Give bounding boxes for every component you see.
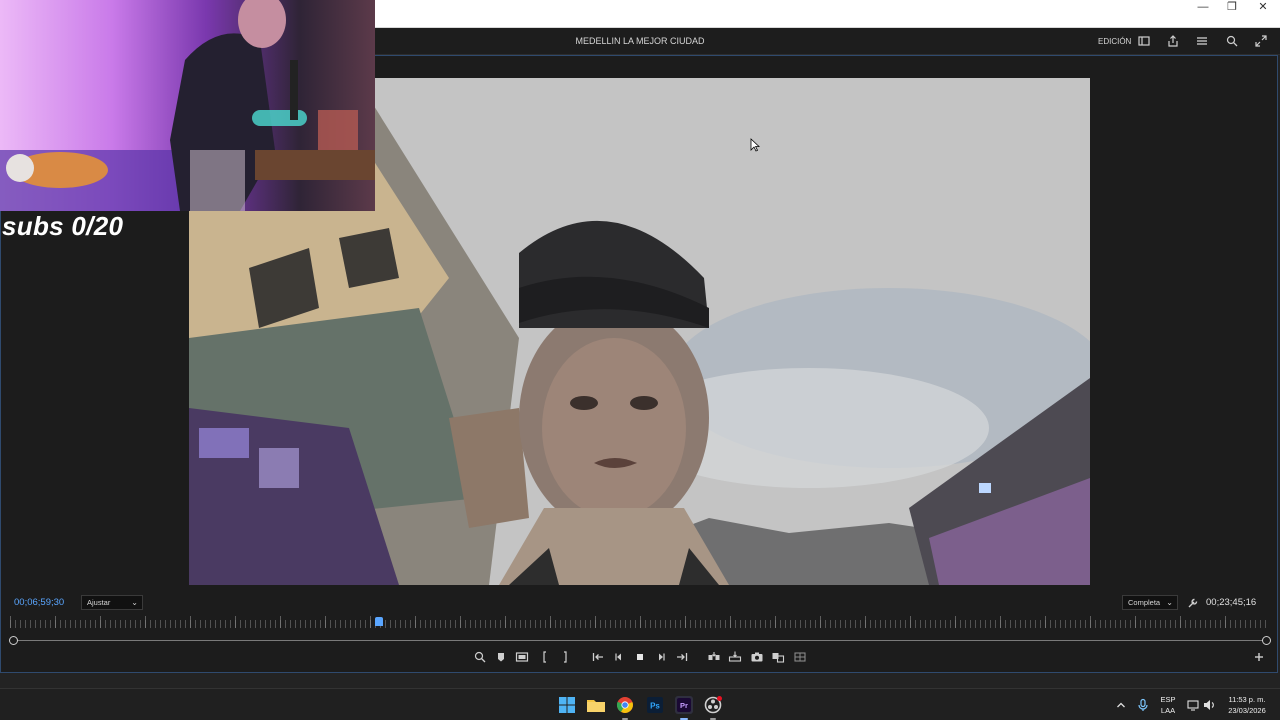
share-icon[interactable] — [1166, 34, 1180, 48]
playhead[interactable] — [375, 617, 383, 626]
minimize-button[interactable]: — — [1188, 0, 1218, 14]
keyboard-layout: LAA — [1160, 706, 1176, 715]
chevron-up-icon[interactable] — [1114, 698, 1128, 712]
wrench-icon[interactable] — [1187, 596, 1199, 608]
zoom-level-value: Ajustar — [87, 598, 111, 607]
premiere-pro-icon[interactable]: Pr — [672, 693, 696, 717]
obs-icon[interactable] — [701, 693, 725, 717]
workspace-menu[interactable]: EDICIÓN — [1098, 28, 1131, 55]
webcam-overlay — [0, 0, 375, 211]
zoom-level-select[interactable]: Ajustar ⌄ — [81, 595, 143, 610]
go-to-out-icon[interactable] — [675, 650, 689, 664]
microphone-icon[interactable] — [1136, 698, 1150, 712]
search-icon[interactable] — [1225, 34, 1239, 48]
stop-icon[interactable] — [633, 650, 647, 664]
mouse-cursor-icon — [750, 138, 761, 152]
duration-timecode: 00;23;45;16 — [1206, 597, 1257, 608]
clock-date: 23/03/2026 — [1228, 706, 1266, 715]
restore-button[interactable]: ❐ — [1217, 0, 1247, 14]
volume-icon[interactable] — [1202, 698, 1216, 712]
language-code: ESP — [1160, 695, 1176, 704]
menu-icon[interactable] — [1195, 34, 1209, 48]
comparison-view-icon[interactable] — [771, 650, 785, 664]
clock-time: 11:53 p. m. — [1228, 695, 1266, 704]
webcam-illustration — [0, 0, 375, 211]
zoom-scrollbar[interactable] — [14, 640, 1266, 641]
insert-icon[interactable] — [707, 650, 721, 664]
add-button-icon[interactable] — [1252, 650, 1266, 664]
chrome-icon[interactable] — [613, 693, 637, 717]
go-to-in-icon[interactable] — [591, 650, 605, 664]
clock[interactable]: 11:53 p. m. 23/03/2026 — [1222, 695, 1272, 715]
zoom-scrollbar-start-handle[interactable] — [9, 636, 18, 645]
chevron-down-icon: ⌄ — [131, 598, 138, 607]
overwrite-icon[interactable] — [728, 650, 742, 664]
panel-layout-icon[interactable] — [1137, 34, 1151, 48]
multicam-icon[interactable] — [793, 650, 807, 664]
svg-text:Ps: Ps — [650, 702, 660, 711]
taskbar: Ps Pr ESP LAA 11:53 p. m. 23/03/2026 — [0, 688, 1280, 720]
mark-in-icon[interactable] — [538, 650, 552, 664]
file-explorer-icon[interactable] — [584, 693, 608, 717]
safe-margins-icon[interactable] — [515, 650, 529, 664]
playback-resolution-select[interactable]: Completa ⌄ — [1122, 595, 1178, 610]
chevron-down-icon: ⌄ — [1166, 598, 1173, 607]
svg-text:Pr: Pr — [680, 701, 688, 710]
time-ruler-major-ticks — [10, 616, 1268, 628]
language-indicator[interactable]: ESP LAA — [1156, 695, 1180, 715]
subs-counter-overlay: subs 0/20 — [2, 211, 124, 241]
camera-icon[interactable] — [750, 650, 764, 664]
playback-resolution-value: Completa — [1128, 598, 1161, 607]
zoom-scrollbar-end-handle[interactable] — [1262, 636, 1271, 645]
windows-start-icon[interactable] — [555, 693, 579, 717]
marker-icon[interactable] — [494, 650, 508, 664]
fullscreen-icon[interactable] — [1254, 34, 1268, 48]
step-forward-icon[interactable] — [654, 650, 668, 664]
add-marker-zoom-icon[interactable] — [473, 650, 487, 664]
screen: — ❐ ✕ MEDELLIN LA MEJOR CIUDAD EDICIÓN s… — [0, 0, 1280, 720]
current-timecode[interactable]: 00;06;59;30 — [14, 597, 64, 608]
photoshop-icon[interactable]: Ps — [643, 693, 667, 717]
close-button[interactable]: ✕ — [1248, 0, 1278, 14]
network-icon[interactable] — [1186, 698, 1200, 712]
step-back-icon[interactable] — [612, 650, 626, 664]
mark-out-icon[interactable] — [558, 650, 572, 664]
